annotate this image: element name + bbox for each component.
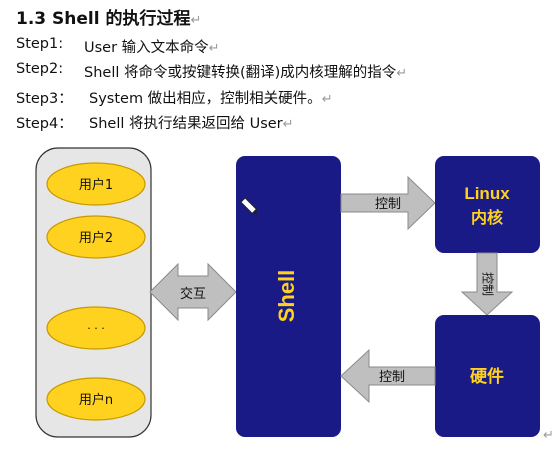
user-label: 用户n xyxy=(79,392,113,408)
hardware-box: 硬件 xyxy=(435,315,540,437)
kernel-label-line2: 内核 xyxy=(471,208,503,227)
hardware-label: 硬件 xyxy=(470,366,504,387)
kernel-box: Linux 内核 xyxy=(435,156,540,253)
kernel-to-hardware-arrow: 控制 xyxy=(460,252,514,316)
user-ellipse-2: 用户2 xyxy=(46,215,146,259)
arrow-label: 控制 xyxy=(375,197,401,212)
paragraph-mark: ↵ xyxy=(543,428,554,443)
shell-label: Shell xyxy=(274,270,299,323)
user-ellipse-n: 用户n xyxy=(46,377,146,421)
user-ellipse-ellipsis: · · · xyxy=(46,306,146,350)
shell-to-kernel-arrow: 控制 xyxy=(340,175,436,231)
arrow-label: 控制 xyxy=(379,370,405,385)
shell-flow-diagram: 用户1 用户2 · · · 用户n 交互 Shell 控制 Linux 内核 控… xyxy=(35,147,540,438)
arrow-label: 控制 xyxy=(481,272,495,296)
user-label: · · · xyxy=(87,322,104,335)
hardware-to-shell-arrow: 控制 xyxy=(340,348,436,404)
user-label: 用户1 xyxy=(79,177,113,193)
interact-label: 交互 xyxy=(180,286,206,302)
user-label: 用户2 xyxy=(79,230,113,246)
kernel-label-line1: Linux xyxy=(464,184,510,203)
shell-box: Shell xyxy=(236,156,341,437)
user-ellipse-1: 用户1 xyxy=(46,162,146,206)
interact-arrow: 交互 xyxy=(149,262,237,322)
